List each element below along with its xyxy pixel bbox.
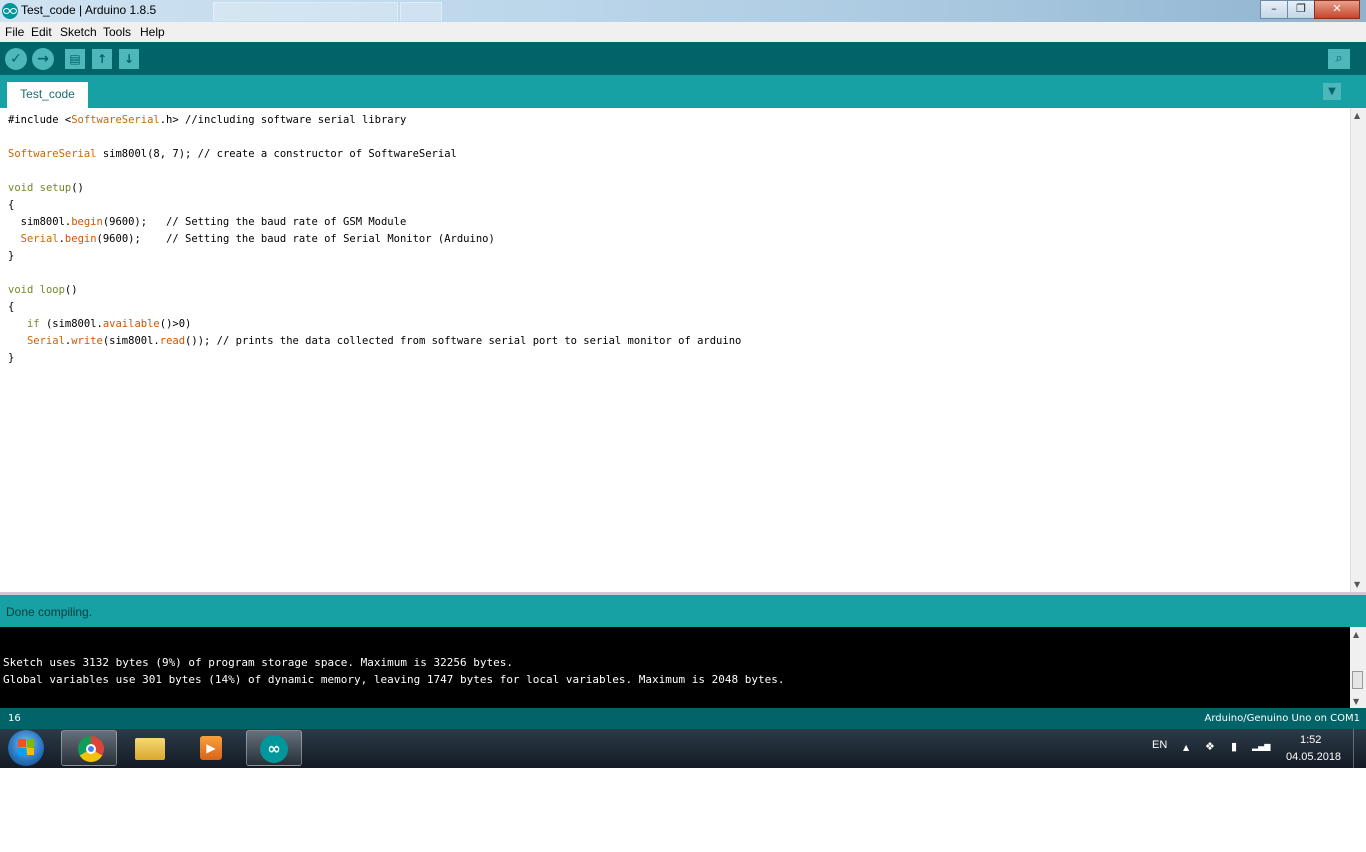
chrome-icon bbox=[78, 736, 104, 762]
code-line: void loop() bbox=[8, 284, 78, 296]
console-scrollbar[interactable]: ▲ ▼ bbox=[1350, 627, 1366, 708]
start-button[interactable] bbox=[8, 730, 44, 766]
arduino-icon: ∞ bbox=[260, 735, 288, 763]
window-controls: – ❐ ✕ bbox=[1260, 0, 1360, 19]
windows-logo-icon bbox=[18, 739, 34, 755]
close-button[interactable]: ✕ bbox=[1314, 0, 1360, 19]
console-line: Global variables use 301 bytes (14%) of … bbox=[3, 673, 785, 686]
verify-button[interactable]: ✓ bbox=[5, 48, 27, 70]
clock-time[interactable]: 1:52 bbox=[1300, 734, 1321, 746]
dropbox-icon[interactable]: ❖ bbox=[1205, 740, 1215, 753]
status-message: Done compiling. bbox=[6, 605, 93, 619]
taskbar-chrome[interactable] bbox=[61, 730, 117, 766]
tab-menu-button[interactable]: ▼ bbox=[1323, 83, 1341, 100]
menu-sketch[interactable]: Sketch bbox=[60, 25, 97, 39]
menu-bar: File Edit Sketch Tools Help bbox=[0, 22, 1366, 42]
console-line: Sketch uses 3132 bytes (9%) of program s… bbox=[3, 656, 513, 669]
taskbar-media-player[interactable]: ▶ bbox=[183, 730, 239, 766]
console-output[interactable]: Sketch uses 3132 bytes (9%) of program s… bbox=[0, 627, 1350, 708]
arrow-right-icon: → bbox=[37, 51, 49, 67]
chevron-down-icon: ▼ bbox=[1328, 86, 1336, 97]
window-title: Test_code | Arduino 1.8.5 bbox=[21, 3, 157, 17]
minimize-button[interactable]: – bbox=[1260, 0, 1288, 19]
code-line: Serial.begin(9600); // Setting the baud … bbox=[20, 233, 495, 245]
footer-bar: 16 Arduino/Genuino Uno on COM1 bbox=[0, 708, 1366, 729]
code-text: #include <SoftwareSerial.h> //including … bbox=[8, 112, 741, 367]
code-line: { bbox=[8, 301, 15, 313]
title-bar: Test_code | Arduino 1.8.5 – ❐ ✕ bbox=[0, 0, 1366, 22]
scroll-down-icon[interactable]: ▼ bbox=[1354, 580, 1360, 589]
code-line: #include <SoftwareSerial.h> //including … bbox=[8, 114, 407, 126]
menu-file[interactable]: File bbox=[5, 25, 24, 39]
background-window-tab bbox=[213, 2, 398, 21]
network-signal-icon[interactable]: ▂▄▆ bbox=[1252, 742, 1270, 751]
editor-scrollbar[interactable]: ▲ ▼ bbox=[1350, 108, 1366, 592]
code-line: if (sim800l.available()>0) bbox=[26, 318, 192, 330]
media-player-icon: ▶ bbox=[200, 736, 222, 760]
battery-icon[interactable]: ▮ bbox=[1231, 740, 1237, 753]
board-port-label: Arduino/Genuino Uno on COM1 bbox=[1204, 713, 1361, 724]
arrow-down-icon: ↓ bbox=[123, 52, 135, 66]
language-indicator[interactable]: EN bbox=[1152, 739, 1167, 751]
tab-test-code[interactable]: Test_code bbox=[7, 82, 88, 108]
new-sketch-button[interactable]: ▤ bbox=[65, 49, 85, 69]
code-editor[interactable]: #include <SoftwareSerial.h> //including … bbox=[0, 108, 1350, 592]
serial-monitor-button[interactable]: ⌕ bbox=[1328, 49, 1350, 69]
open-sketch-button[interactable]: ↑ bbox=[92, 49, 112, 69]
taskbar-explorer[interactable] bbox=[122, 730, 178, 766]
toolbar: ✓ → ▤ ↑ ↓ ⌕ bbox=[0, 42, 1366, 75]
code-line: sim800l.begin(9600); // Setting the baud… bbox=[8, 216, 407, 228]
folder-icon bbox=[135, 738, 165, 760]
taskbar-arduino[interactable]: ∞ bbox=[246, 730, 302, 766]
restore-button[interactable]: ❐ bbox=[1287, 0, 1315, 19]
scroll-up-icon[interactable]: ▲ bbox=[1354, 111, 1360, 120]
line-number: 16 bbox=[8, 713, 21, 724]
code-line: } bbox=[8, 352, 15, 364]
code-line: { bbox=[8, 199, 15, 211]
arduino-logo-icon bbox=[2, 3, 18, 19]
save-sketch-button[interactable]: ↓ bbox=[119, 49, 139, 69]
scroll-up-icon[interactable]: ▲ bbox=[1353, 630, 1359, 639]
menu-help[interactable]: Help bbox=[140, 25, 165, 39]
new-file-icon: ▤ bbox=[69, 52, 81, 66]
clock-date[interactable]: 04.05.2018 bbox=[1286, 751, 1341, 763]
menu-tools[interactable]: Tools bbox=[103, 25, 131, 39]
upload-button[interactable]: → bbox=[32, 48, 54, 70]
code-line: } bbox=[8, 250, 15, 262]
status-bar: Done compiling. bbox=[0, 595, 1366, 627]
menu-edit[interactable]: Edit bbox=[31, 25, 52, 39]
show-hidden-icons-icon[interactable]: ▲ bbox=[1183, 743, 1189, 752]
magnifier-icon: ⌕ bbox=[1335, 51, 1343, 66]
code-line: void setup() bbox=[8, 182, 84, 194]
checkmark-icon: ✓ bbox=[10, 51, 22, 67]
scrollbar-thumb[interactable] bbox=[1352, 671, 1363, 689]
arrow-up-icon: ↑ bbox=[96, 52, 108, 66]
tab-bar: Test_code ▼ bbox=[0, 75, 1366, 108]
code-line: SoftwareSerial sim800l(8, 7); // create … bbox=[8, 148, 457, 160]
scroll-down-icon[interactable]: ▼ bbox=[1353, 697, 1359, 706]
show-desktop-button[interactable] bbox=[1353, 729, 1366, 768]
background-window-tab bbox=[400, 2, 442, 21]
code-line: Serial.write(sim800l.read()); // prints … bbox=[26, 335, 742, 347]
taskbar: ▶ ∞ EN ▲ ❖ ▮ ▂▄▆ 1:52 04.05.2018 bbox=[0, 729, 1366, 768]
